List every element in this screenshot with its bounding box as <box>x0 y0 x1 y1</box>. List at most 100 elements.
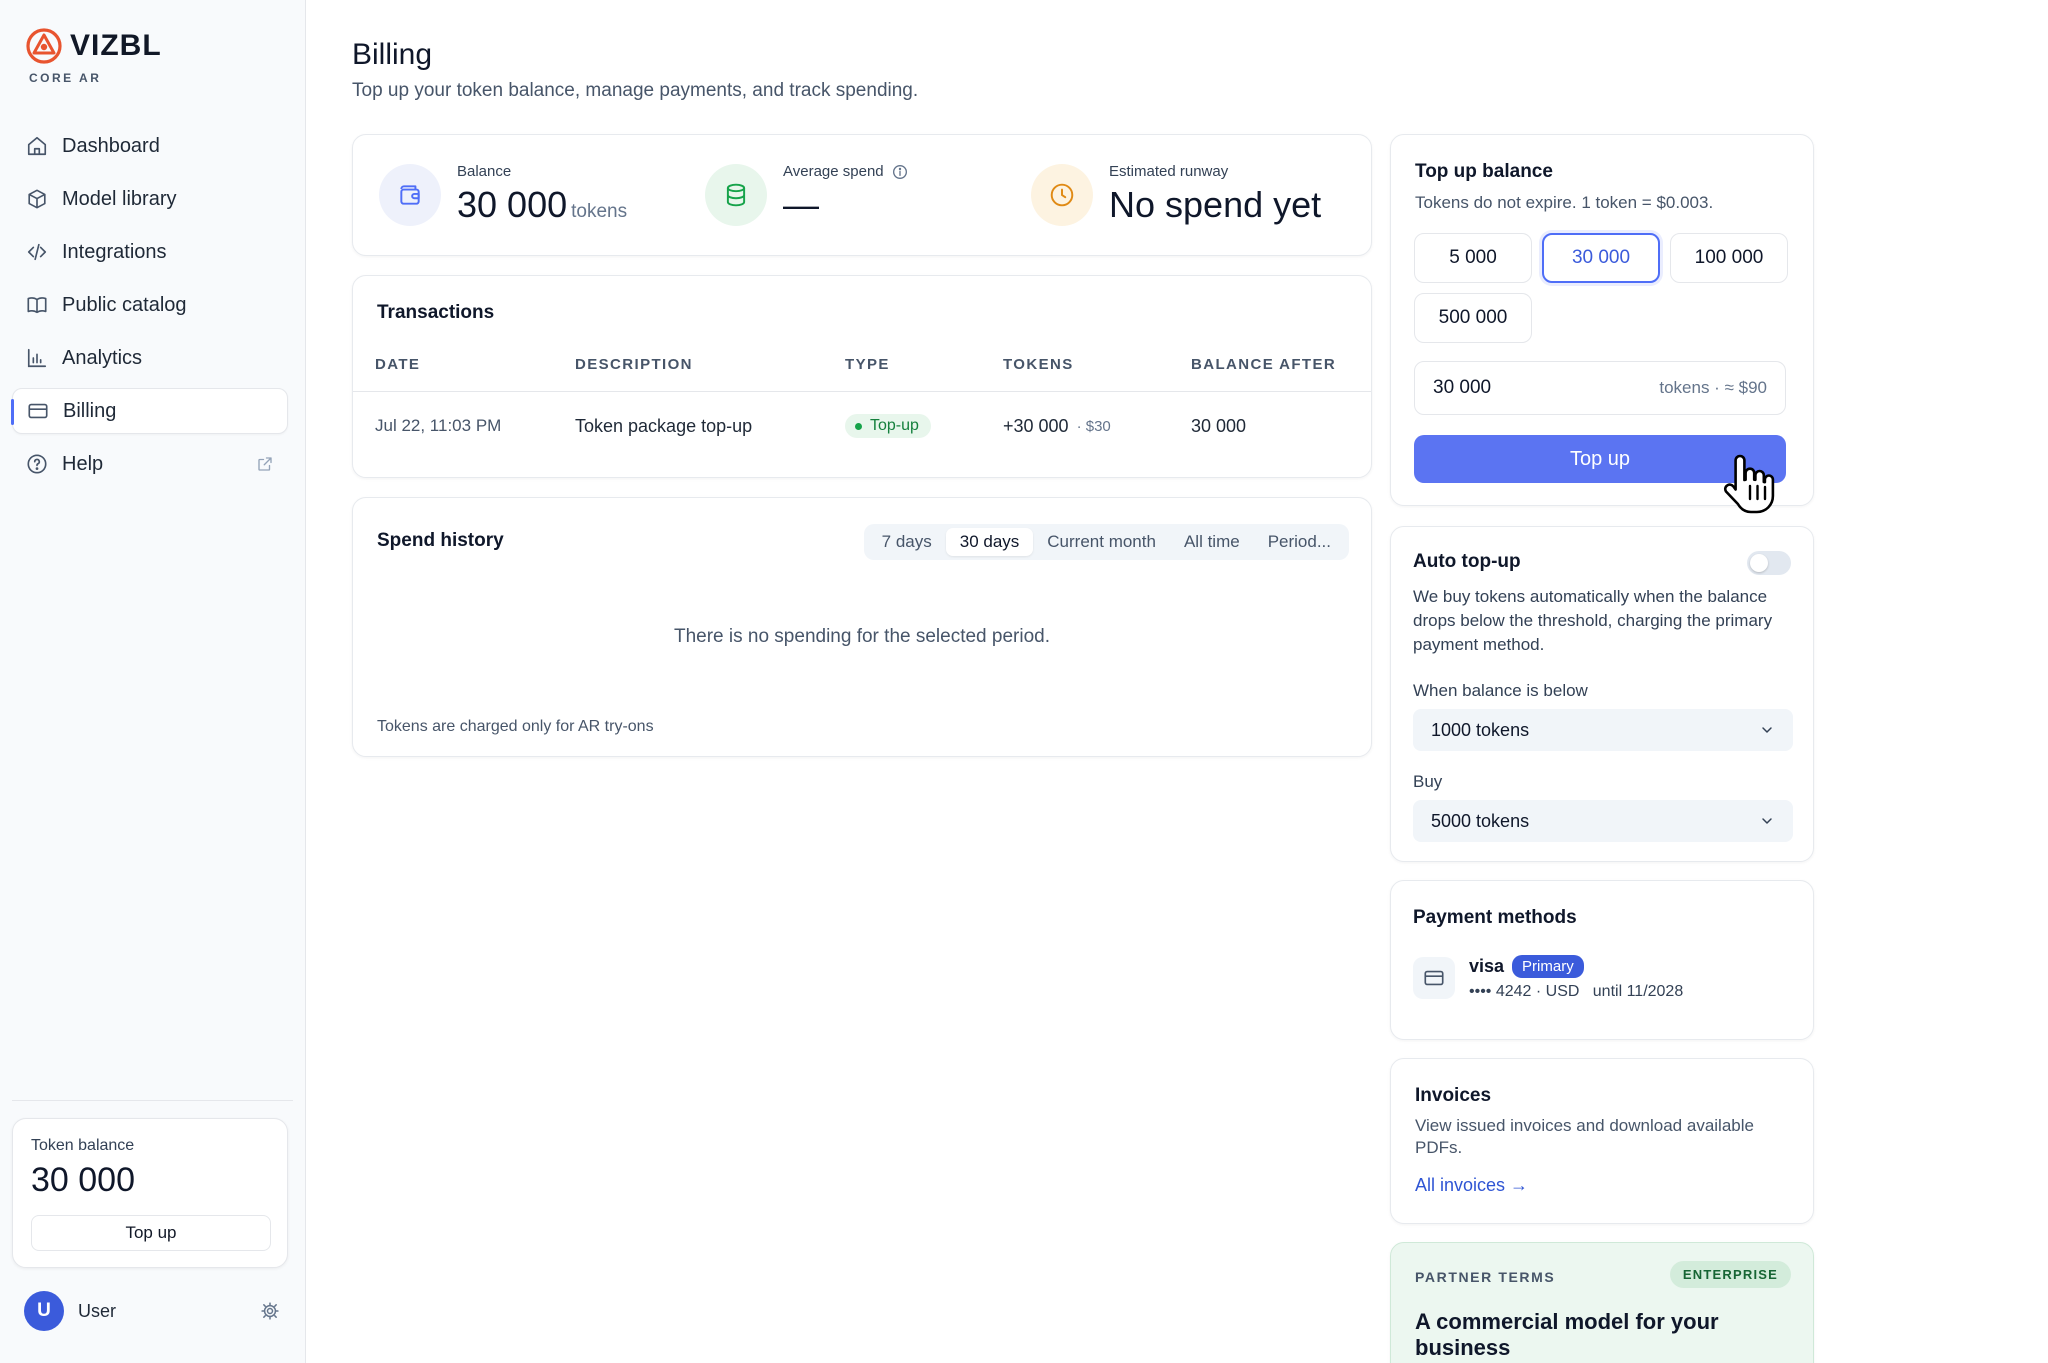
invoices-card: Invoices View issued invoices and downlo… <box>1390 1058 1814 1224</box>
auto-top-up-card: Auto top-up We buy tokens automatically … <box>1390 526 1814 862</box>
amount-option-30000[interactable]: 30 000 <box>1542 233 1660 283</box>
top-up-title: Top up balance <box>1415 161 1553 182</box>
stat-icon-wrap <box>705 163 767 226</box>
balance-amount: 30 000 <box>457 184 568 225</box>
home-icon <box>27 136 47 156</box>
sidebar-item-integrations[interactable]: Integrations <box>12 229 288 275</box>
invoices-description: View issued invoices and download availa… <box>1415 1116 1754 1157</box>
top-up-card: Top up balance Tokens do not expire. 1 t… <box>1390 134 1814 506</box>
period-selector: 7 days 30 days Current month All time Pe… <box>863 524 1349 560</box>
runway-label: Estimated runway <box>1109 163 1229 180</box>
info-icon[interactable] <box>892 164 908 180</box>
period-tab-current-month[interactable]: Current month <box>1033 528 1170 556</box>
page-title: Billing <box>352 38 433 71</box>
sidebar-item-label: Integrations <box>62 240 167 263</box>
threshold-label: When balance is below <box>1413 681 1588 700</box>
user-menu[interactable]: U User <box>24 1291 280 1331</box>
sidebar-item-help[interactable]: Help <box>12 441 288 487</box>
brand-subtitle: CORE AR <box>29 71 102 85</box>
card-details: •••• 4242 · USD until 11/2028 <box>1469 983 1684 1000</box>
enterprise-badge: ENTERPRISE <box>1669 1261 1791 1288</box>
period-tab-7-days[interactable]: 7 days <box>868 528 946 556</box>
amount-input[interactable]: 30 000 tokens · ≈ $90 <box>1414 361 1786 415</box>
sidebar-top-up-button[interactable]: Top up <box>31 1215 271 1251</box>
stats-card: Balance 30 000 tokens Average spend — Est… <box>352 134 1372 256</box>
status-badge: Top-up <box>845 414 931 438</box>
help-circle-icon <box>27 454 47 474</box>
amount-option-500000[interactable]: 500 000 <box>1414 293 1532 343</box>
gear-icon[interactable] <box>260 1301 280 1321</box>
card-icon-wrap <box>1413 957 1455 999</box>
sidebar-item-billing[interactable]: Billing <box>11 388 288 434</box>
auto-top-up-description: We buy tokens automatically when the bal… <box>1413 587 1773 654</box>
tx-tokens-price: · $30 <box>1076 417 1111 435</box>
sidebar-item-analytics[interactable]: Analytics <box>12 335 288 381</box>
tx-tokens-cell: +30 000 · $30 <box>1003 392 1111 460</box>
buy-amount-value: 5000 tokens <box>1431 810 1530 831</box>
buy-amount-select[interactable]: 5000 tokens <box>1413 800 1793 842</box>
balance-unit: tokens <box>571 201 628 222</box>
brand-name: VIZBL <box>70 29 162 62</box>
tx-tokens: +30 000 <box>1003 415 1069 436</box>
sidebar-divider <box>12 1100 293 1101</box>
sidebar-nav: Dashboard Model library Integrations Pub… <box>11 123 288 494</box>
period-tab-custom[interactable]: Period... <box>1254 528 1345 556</box>
wallet-icon <box>400 184 420 205</box>
runway-value: No spend yet <box>1109 184 1322 225</box>
tx-date: Jul 22, 11:03 PM <box>375 416 502 435</box>
spend-history-title: Spend history <box>377 530 504 551</box>
sidebar-item-label: Help <box>62 452 104 475</box>
auto-top-up-toggle[interactable] <box>1747 551 1791 575</box>
column-header: TOKENS <box>1003 356 1074 373</box>
payment-methods-title: Payment methods <box>1413 907 1577 928</box>
all-invoices-link[interactable]: All invoices → <box>1415 1175 1528 1196</box>
runway-stat: Estimated runway No spend yet <box>1031 163 1321 226</box>
threshold-select[interactable]: 1000 tokens <box>1413 709 1793 751</box>
period-tab-all-time[interactable]: All time <box>1170 528 1254 556</box>
chevron-down-icon <box>1762 727 1772 733</box>
amount-option-100000[interactable]: 100 000 <box>1670 233 1788 283</box>
tx-balance-after: 30 000 <box>1191 415 1247 436</box>
balance-stat: Balance 30 000 tokens <box>379 163 627 226</box>
partner-terms-card[interactable]: PARTNER TERMS ENTERPRISE A commercial mo… <box>1390 1242 1814 1363</box>
partner-terms-label: PARTNER TERMS <box>1415 1269 1556 1285</box>
period-tab-30-days[interactable]: 30 days <box>945 528 1034 556</box>
token-balance-label: Token balance <box>31 1137 135 1154</box>
token-balance-card: Token balance 30 000 Top up <box>12 1118 288 1268</box>
table-row[interactable]: Jul 22, 11:03 PM Token package top-up To… <box>353 392 1371 460</box>
sidebar: VIZBL CORE AR Dashboard Model library In… <box>0 0 306 1363</box>
threshold-value: 1000 tokens <box>1431 719 1530 740</box>
sidebar-item-model-library[interactable]: Model library <box>12 176 288 222</box>
average-spend-label: Average spend <box>783 163 884 180</box>
amount-option-5000[interactable]: 5 000 <box>1414 233 1532 283</box>
spend-history-card: Spend history 7 days 30 days Current mon… <box>352 497 1372 757</box>
tx-description: Token package top-up <box>575 415 753 436</box>
primary-badge: Primary <box>1512 955 1584 978</box>
chevron-down-icon <box>1762 818 1772 824</box>
payment-methods-card: Payment methods visa Primary •••• 4242 ·… <box>1390 880 1814 1040</box>
column-header: BALANCE AFTER <box>1191 356 1337 373</box>
database-icon <box>726 183 746 206</box>
transactions-card: Transactions DATE DESCRIPTION TYPE TOKEN… <box>352 275 1372 478</box>
page-subtitle: Top up your token balance, manage paymen… <box>352 80 919 101</box>
stat-icon-wrap <box>1031 163 1093 226</box>
payment-method-row[interactable]: visa Primary <box>1469 955 1584 978</box>
sidebar-item-label: Model library <box>62 187 177 210</box>
balance-value: 30 000 tokens <box>457 184 627 226</box>
book-icon <box>27 297 47 314</box>
sidebar-item-public-catalog[interactable]: Public catalog <box>12 282 288 328</box>
tx-type-cell: Top-up <box>845 392 931 460</box>
credit-card-icon <box>28 403 48 419</box>
column-header: DATE <box>375 356 421 373</box>
spend-note: Tokens are charged only for AR try-ons <box>377 718 654 735</box>
sidebar-item-dashboard[interactable]: Dashboard <box>12 123 288 169</box>
avatar: U <box>24 1291 64 1331</box>
transactions-table-header: DATE DESCRIPTION TYPE TOKENS BALANCE AFT… <box>353 352 1371 392</box>
stat-icon-wrap <box>379 163 441 226</box>
invoices-title: Invoices <box>1415 1085 1492 1106</box>
user-name: User <box>78 1300 117 1321</box>
card-brand: visa <box>1469 956 1505 976</box>
logo[interactable]: VIZBL <box>26 28 162 64</box>
sidebar-item-label: Analytics <box>62 346 143 369</box>
top-up-subtitle: Tokens do not expire. 1 token = $0.003. <box>1415 193 1714 212</box>
